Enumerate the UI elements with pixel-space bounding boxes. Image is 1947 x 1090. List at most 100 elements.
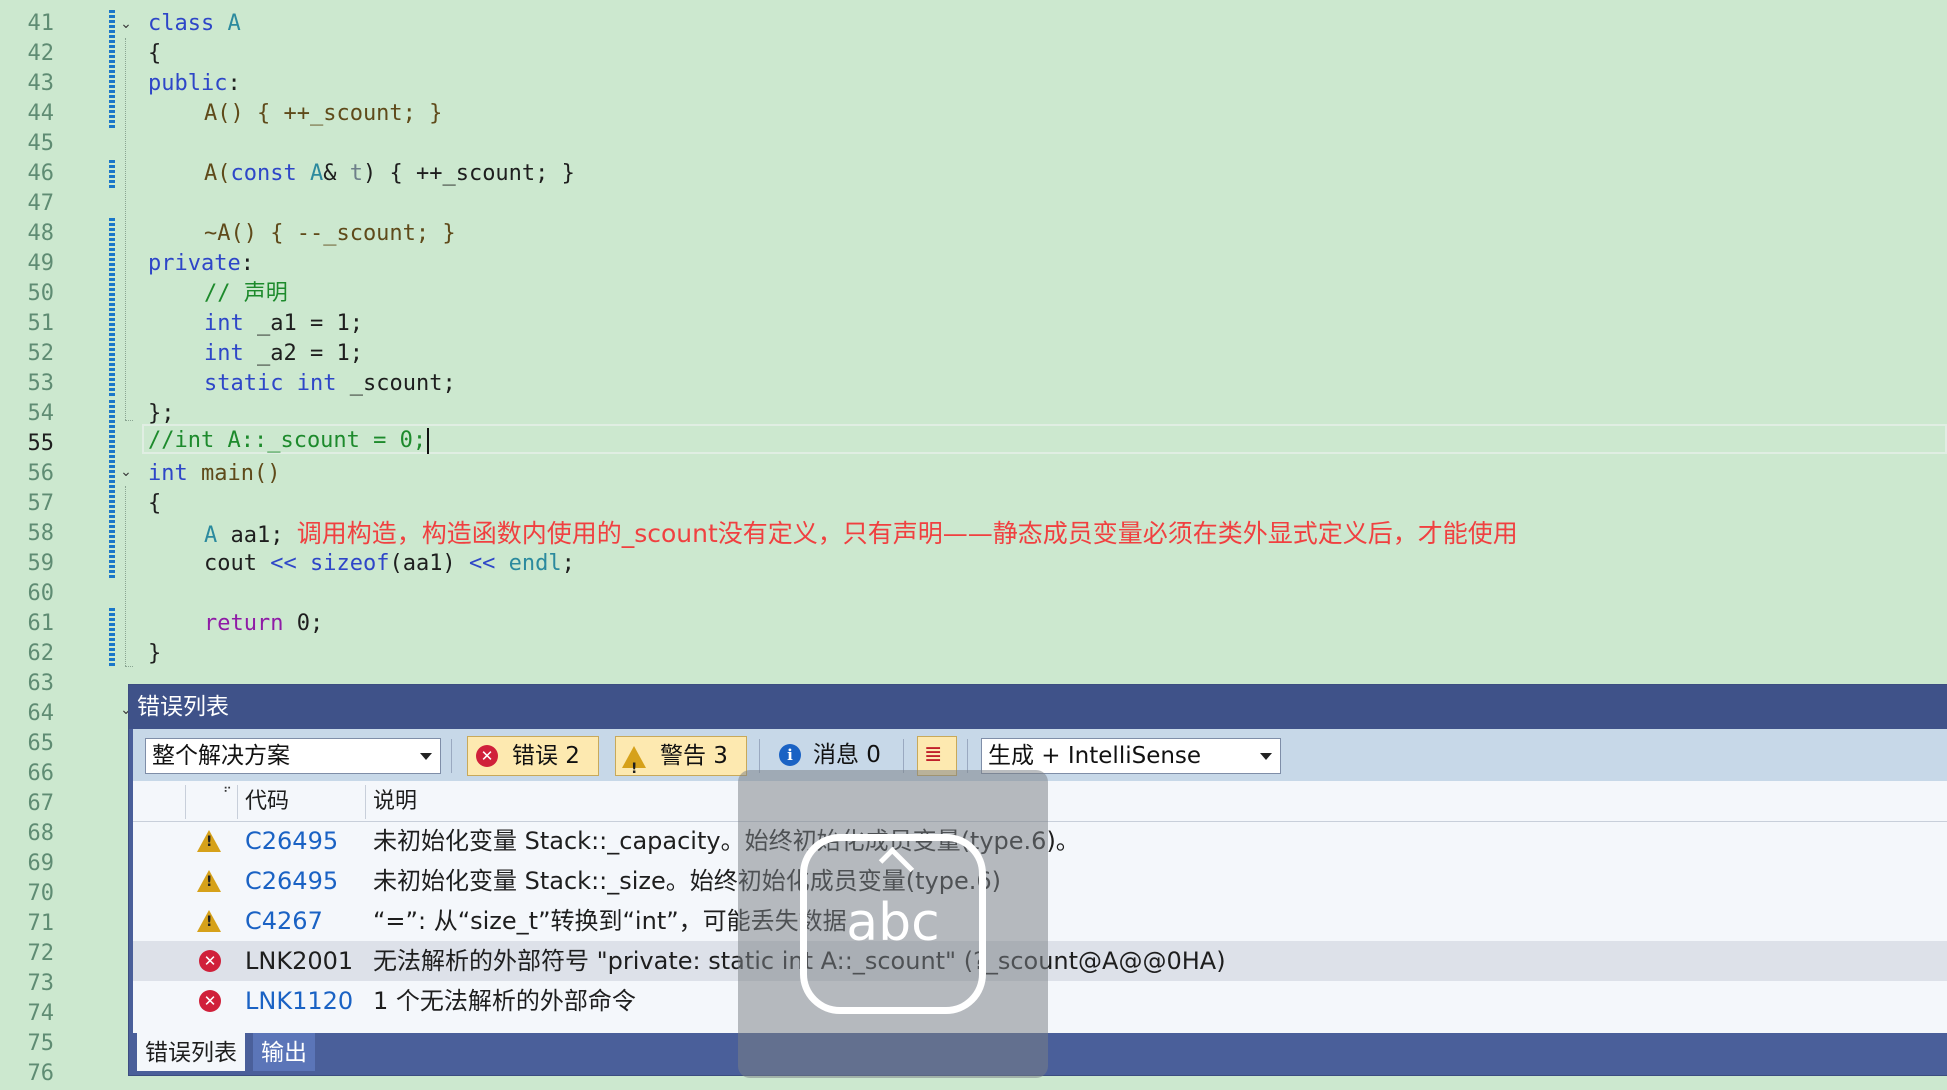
error-code-link[interactable]: C26495 xyxy=(245,861,338,901)
parameter: t xyxy=(349,161,363,186)
column-header-description[interactable]: 说明 xyxy=(373,781,417,821)
function-name: main() xyxy=(187,461,281,486)
keyword: int xyxy=(148,461,188,486)
dropdown-arrow-icon xyxy=(1260,753,1272,760)
punctuation: ; xyxy=(561,551,575,576)
keyword: class xyxy=(148,11,215,36)
code-line-53[interactable]: static int _scount; xyxy=(204,369,456,399)
warnings-filter-button[interactable]: ! 警告 3 xyxy=(615,736,747,777)
punctuation: : xyxy=(240,251,254,276)
code-line-59[interactable]: cout << sizeof(aa1) << endl; xyxy=(204,549,575,579)
error-icon: ✕ xyxy=(199,950,221,972)
text-caret xyxy=(427,428,430,454)
code-line-49[interactable]: private: xyxy=(148,249,254,279)
line-number: 60 xyxy=(27,581,55,606)
structure-guide xyxy=(125,420,133,421)
tab-output[interactable]: 输出 xyxy=(253,1033,315,1071)
keyboard-abc-icon: abc xyxy=(800,834,986,1014)
scope-dropdown[interactable]: 整个解决方案 xyxy=(145,738,441,774)
code-line-58[interactable]: A aa1; 调用构造，构造函数内使用的_scount没有定义，只有声明——静态… xyxy=(204,519,1518,549)
dropdown-arrow-icon xyxy=(420,753,432,760)
warnings-filter-label: 警告 3 xyxy=(660,743,728,769)
code-text: ) { ++_scount; } xyxy=(362,161,575,186)
line-number: 65 xyxy=(27,731,55,756)
warning-icon: ! xyxy=(622,746,646,777)
messages-filter-label: 消息 0 xyxy=(813,742,881,768)
code-line-52[interactable]: int _a2 = 1; xyxy=(204,339,363,369)
error-code-link[interactable]: LNK1120 xyxy=(245,981,353,1021)
line-number: 43 xyxy=(27,71,55,96)
line-number: 50 xyxy=(27,281,55,306)
tab-error-list[interactable]: 错误列表 xyxy=(137,1033,245,1071)
keyword: static xyxy=(204,371,284,396)
fold-collapse-icon[interactable]: ⌄ xyxy=(118,464,134,480)
code-line-55[interactable]: //int A::_scount = 0; xyxy=(148,426,430,456)
error-code-link[interactable]: C26495 xyxy=(245,821,338,861)
line-number: 66 xyxy=(27,761,55,786)
column-header-code[interactable]: 代码 xyxy=(245,781,289,821)
line-number: 71 xyxy=(27,911,55,936)
code-line-54[interactable]: }; xyxy=(148,399,175,429)
keyword: sizeof xyxy=(296,551,390,576)
type-name: A xyxy=(309,161,324,186)
line-number: 58 xyxy=(27,521,55,546)
code-line-61[interactable]: return 0; xyxy=(204,609,323,639)
code-line-51[interactable]: int _a1 = 1; xyxy=(204,309,363,339)
code-line-57[interactable]: { xyxy=(148,489,161,519)
code-text: aa1; xyxy=(217,523,284,548)
class-name: A xyxy=(227,11,241,36)
code-line-56[interactable]: int main() xyxy=(148,459,280,489)
code-line-44[interactable]: A() { ++_scount; } xyxy=(204,99,442,129)
code-line-46[interactable]: A(const A& t) { ++_scount; } xyxy=(204,159,575,189)
line-number: 42 xyxy=(27,41,55,66)
code-text: A() { ++_scount; } xyxy=(204,101,443,126)
line-number: 57 xyxy=(27,491,55,516)
error-code-link[interactable]: C4267 xyxy=(245,901,323,941)
code-line-43[interactable]: public: xyxy=(148,69,241,99)
code-line-50[interactable]: // 声明 xyxy=(204,279,288,309)
panel-title: 错误列表 xyxy=(129,685,1947,729)
line-number: 55 xyxy=(27,431,55,456)
type-name: A xyxy=(204,523,218,548)
fold-collapse-icon[interactable]: ⌄ xyxy=(118,16,134,32)
line-number: 61 xyxy=(27,611,55,636)
errors-filter-button[interactable]: ✕ 错误 2 xyxy=(467,736,599,776)
code-line-48[interactable]: ~A() { --_scount; } xyxy=(204,219,456,249)
code-text: cout xyxy=(204,551,271,576)
keyword: private xyxy=(148,251,241,276)
toolbar-separator xyxy=(903,739,904,773)
column-separator xyxy=(185,785,186,819)
line-number: 44 xyxy=(27,101,55,126)
code-text: A( xyxy=(204,161,231,186)
sort-icon[interactable]: ⠋ xyxy=(223,785,232,799)
error-code-link[interactable]: LNK2001 xyxy=(245,941,353,981)
change-indicator xyxy=(109,608,115,668)
line-number: 62 xyxy=(27,641,55,666)
keyword: int xyxy=(204,311,244,336)
info-icon: i xyxy=(779,744,801,766)
line-number: 63 xyxy=(27,671,55,696)
keyword: const xyxy=(230,161,297,186)
line-number: 59 xyxy=(27,551,55,576)
build-source-dropdown[interactable]: 生成 + IntelliSense xyxy=(981,738,1281,774)
code-line-42[interactable]: { xyxy=(148,39,161,69)
line-number: 76 xyxy=(27,1061,55,1086)
toolbar-separator xyxy=(451,739,452,773)
structure-guide xyxy=(125,38,127,420)
line-number: 67 xyxy=(27,791,55,816)
line-number: 49 xyxy=(27,251,55,276)
operator: << xyxy=(468,551,496,576)
annotation-note: 调用构造，构造函数内使用的_scount没有定义，只有声明——静态成员变量必须在… xyxy=(296,519,1518,548)
column-separator xyxy=(237,785,238,819)
line-number: 75 xyxy=(27,1031,55,1056)
structure-guide xyxy=(125,486,127,666)
operator: << xyxy=(270,551,297,576)
filter-list-icon: ≣ xyxy=(924,742,943,767)
line-number: 53 xyxy=(27,371,55,396)
comment: //int A::_scount = 0; xyxy=(148,428,427,453)
line-number: 54 xyxy=(27,401,55,426)
code-line-41[interactable]: class A xyxy=(148,9,241,39)
line-number: 45 xyxy=(27,131,55,156)
keyword: return xyxy=(204,611,284,636)
code-line-62[interactable]: } xyxy=(148,639,161,669)
